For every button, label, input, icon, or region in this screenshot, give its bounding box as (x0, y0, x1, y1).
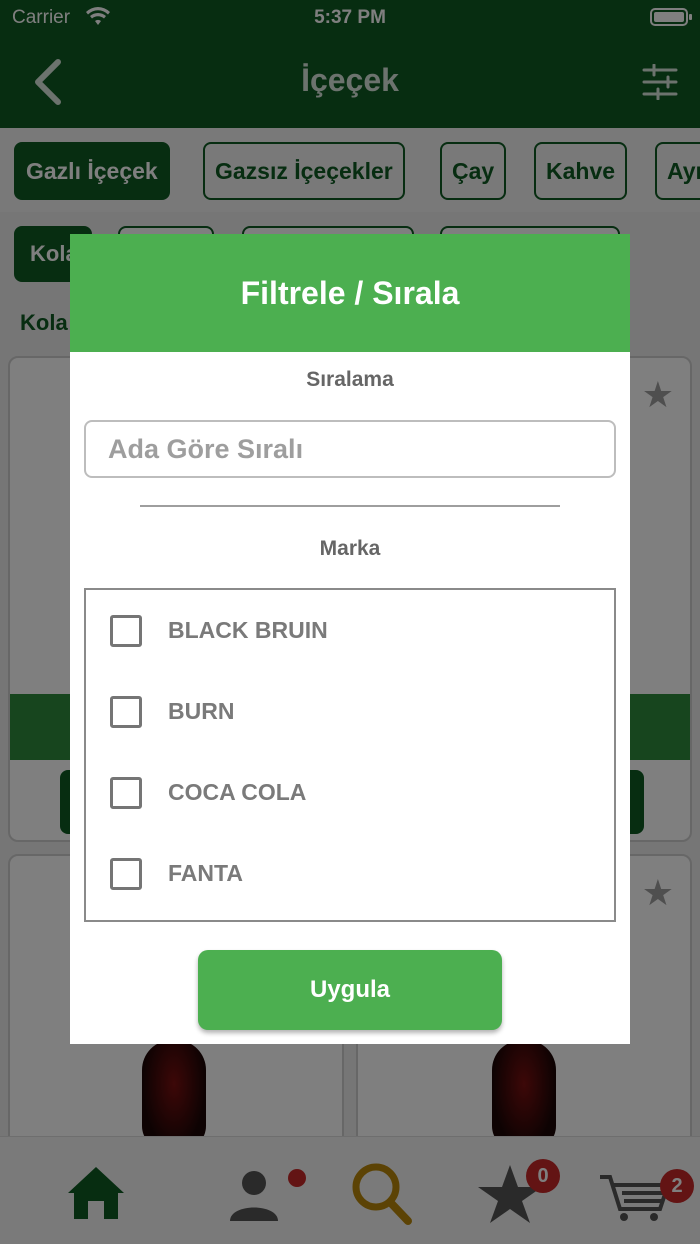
brand-option-label: COCA COLA (168, 779, 307, 805)
brand-checkbox[interactable] (110, 615, 142, 647)
brand-option-label: FANTA (168, 860, 243, 886)
brand-checkbox[interactable] (110, 777, 142, 809)
brand-option[interactable]: BLACK BRUIN (86, 590, 614, 671)
brand-option[interactable]: COCA COLA (86, 752, 614, 833)
sort-select[interactable]: Ada Göre Sıralı (84, 420, 616, 478)
brand-option[interactable]: FANTA (86, 833, 614, 914)
modal-title: Filtrele / Sırala (240, 275, 460, 311)
modal-header: Filtrele / Sırala (70, 234, 630, 352)
sort-section-label: Sıralama (306, 368, 394, 391)
filter-sort-modal: Filtrele / Sırala Sıralama Ada Göre Sıra… (70, 234, 630, 1044)
brand-checkbox[interactable] (110, 858, 142, 890)
divider (140, 505, 560, 507)
apply-button[interactable]: Uygula (198, 950, 502, 1030)
brand-option-label: BLACK BRUIN (168, 617, 328, 643)
brand-checkbox[interactable] (110, 696, 142, 728)
brand-option-label: BURN (168, 698, 235, 724)
brand-list[interactable]: BLACK BRUIN BURN COCA COLA FANTA (84, 588, 616, 922)
brand-option[interactable]: BURN (86, 671, 614, 752)
brand-section-label: Marka (319, 537, 381, 560)
